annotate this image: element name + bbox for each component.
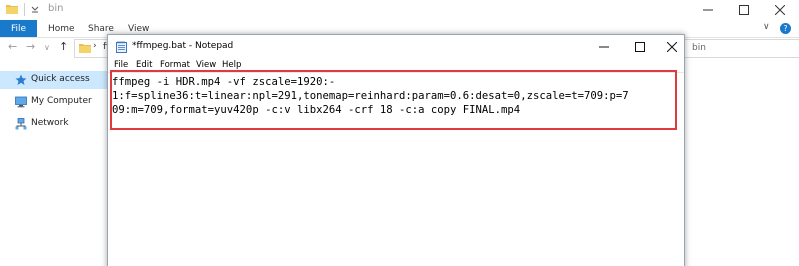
explorer-title: bin [48, 3, 64, 14]
maximize-icon [635, 42, 645, 52]
quick-access-toolbar-icon[interactable] [30, 4, 40, 14]
up-arrow-icon[interactable]: ↑ [59, 40, 68, 53]
folder-icon [6, 5, 18, 14]
notepad-maximize-button[interactable] [624, 35, 656, 59]
explorer-titlebar: bin [0, 0, 799, 20]
back-arrow-icon[interactable]: ← [8, 40, 17, 53]
menu-file[interactable]: File [114, 60, 128, 70]
sidebar-item-label: Quick access [31, 74, 90, 84]
close-icon [775, 5, 785, 15]
navigation-pane: Quick access My Computer Network [0, 66, 107, 266]
notepad-close-button[interactable] [656, 35, 688, 59]
minimize-icon [599, 46, 609, 48]
text-line: 1:f=spline36:t=linear:npl=291,tonemap=re… [112, 90, 629, 102]
notepad-title: *ffmpeg.bat - Notepad [132, 41, 234, 51]
address-folder-icon [79, 44, 91, 53]
sidebar-item-label: My Computer [31, 96, 92, 106]
desktop: bin File Home Share View ∨ ? ← → ∨ ↑ › f [0, 0, 799, 266]
notepad-minimize-button[interactable] [588, 35, 620, 59]
tab-file[interactable]: File [0, 20, 37, 37]
menu-help[interactable]: Help [222, 60, 241, 70]
text-line: 09:m=709,format=yuv420p -c:v libx264 -cr… [112, 104, 521, 116]
address-bar[interactable]: › ffi [74, 39, 112, 58]
network-icon [15, 118, 27, 130]
notepad-icon [116, 41, 127, 53]
recent-locations-chevron-icon[interactable]: ∨ [44, 43, 50, 52]
search-box[interactable]: bin [683, 39, 799, 58]
forward-arrow-icon[interactable]: → [26, 40, 35, 53]
search-box-text: bin [692, 43, 706, 53]
explorer-minimize-button[interactable] [690, 0, 726, 20]
tab-home[interactable]: Home [48, 20, 75, 37]
notepad-content: ffmpeg -i HDR.mp4 -vf zscale=1920:- 1:f=s… [112, 75, 680, 117]
notepad-text-area[interactable]: ffmpeg -i HDR.mp4 -vf zscale=1920:- 1:f=s… [108, 72, 684, 266]
sidebar-item-label: Network [31, 118, 69, 128]
sidebar-item-my-computer[interactable]: My Computer [0, 93, 107, 111]
sidebar-item-quick-access[interactable]: Quick access [0, 71, 107, 89]
notepad-titlebar[interactable]: *ffmpeg.bat - Notepad [108, 35, 684, 59]
maximize-icon [739, 5, 749, 15]
menu-view[interactable]: View [196, 60, 216, 70]
menu-edit[interactable]: Edit [136, 60, 152, 70]
address-chevron-icon: › [93, 41, 97, 51]
ribbon-expand-chevron-icon[interactable]: ∨ [763, 22, 770, 32]
explorer-close-button[interactable] [762, 0, 798, 20]
close-icon [667, 42, 677, 52]
sidebar-item-network[interactable]: Network [0, 115, 107, 133]
star-icon [15, 74, 27, 85]
minimize-icon [703, 9, 713, 11]
text-line: ffmpeg -i HDR.mp4 -vf zscale=1920:- [112, 76, 336, 88]
help-icon[interactable]: ? [780, 23, 791, 34]
explorer-content-area [682, 58, 799, 266]
notepad-menubar: File Edit Format View Help [108, 59, 684, 72]
explorer-maximize-button[interactable] [726, 0, 762, 20]
computer-icon [15, 96, 27, 108]
notepad-window: *ffmpeg.bat - Notepad File Edit Format V… [107, 34, 685, 266]
titlebar-divider [24, 3, 25, 16]
menu-format[interactable]: Format [160, 60, 190, 70]
